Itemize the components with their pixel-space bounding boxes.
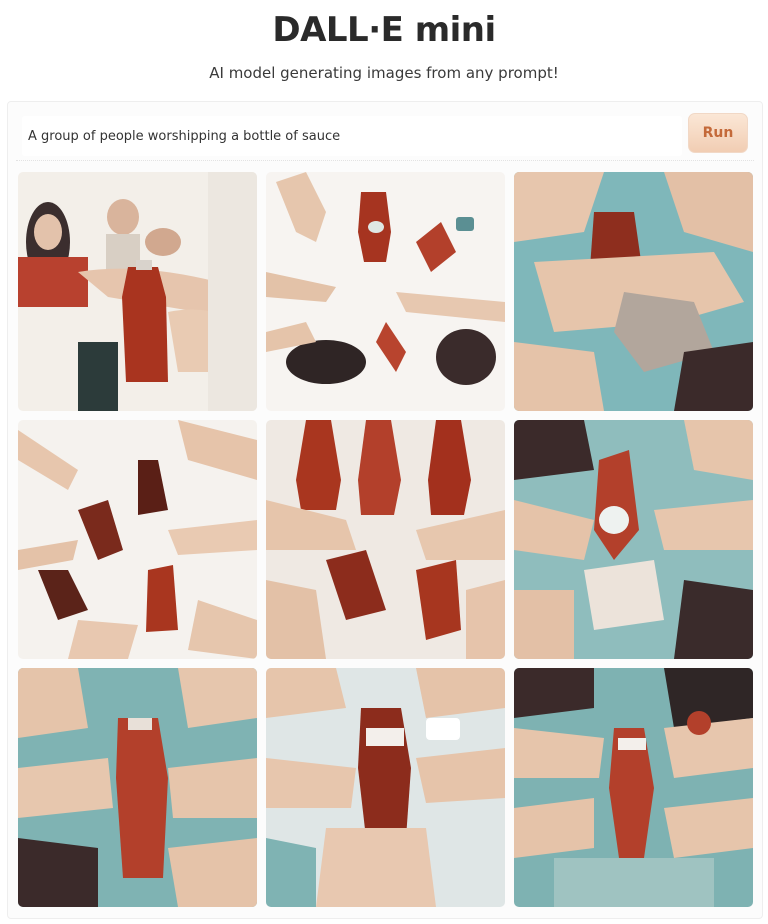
generated-image-6-art: [514, 420, 753, 659]
run-button[interactable]: Run: [688, 113, 748, 153]
page-title: DALL·E mini: [272, 10, 496, 50]
generated-image-4[interactable]: [18, 420, 257, 659]
generated-image-3-art: [514, 172, 753, 411]
prompt-input[interactable]: [28, 122, 678, 150]
generator-panel: Run: [7, 101, 763, 919]
generated-image-7[interactable]: [18, 668, 257, 907]
generated-image-5[interactable]: [266, 420, 505, 659]
generated-image-1-art: [18, 172, 257, 411]
generated-image-9-art: [514, 668, 753, 907]
prompt-row: Run: [16, 110, 754, 161]
generated-image-2[interactable]: [266, 172, 505, 411]
generated-image-4-art: [18, 420, 257, 659]
generated-image-8[interactable]: [266, 668, 505, 907]
generated-image-8-art: [266, 668, 505, 907]
generated-image-7-art: [18, 668, 257, 907]
generated-image-2-art: [266, 172, 505, 411]
image-gallery: [18, 172, 753, 908]
generated-image-3[interactable]: [514, 172, 753, 411]
generated-image-1[interactable]: [18, 172, 257, 411]
generated-image-9[interactable]: [514, 668, 753, 907]
generated-image-5-art: [266, 420, 505, 659]
generated-image-6[interactable]: [514, 420, 753, 659]
page-subtitle: AI model generating images from any prom…: [209, 64, 559, 82]
